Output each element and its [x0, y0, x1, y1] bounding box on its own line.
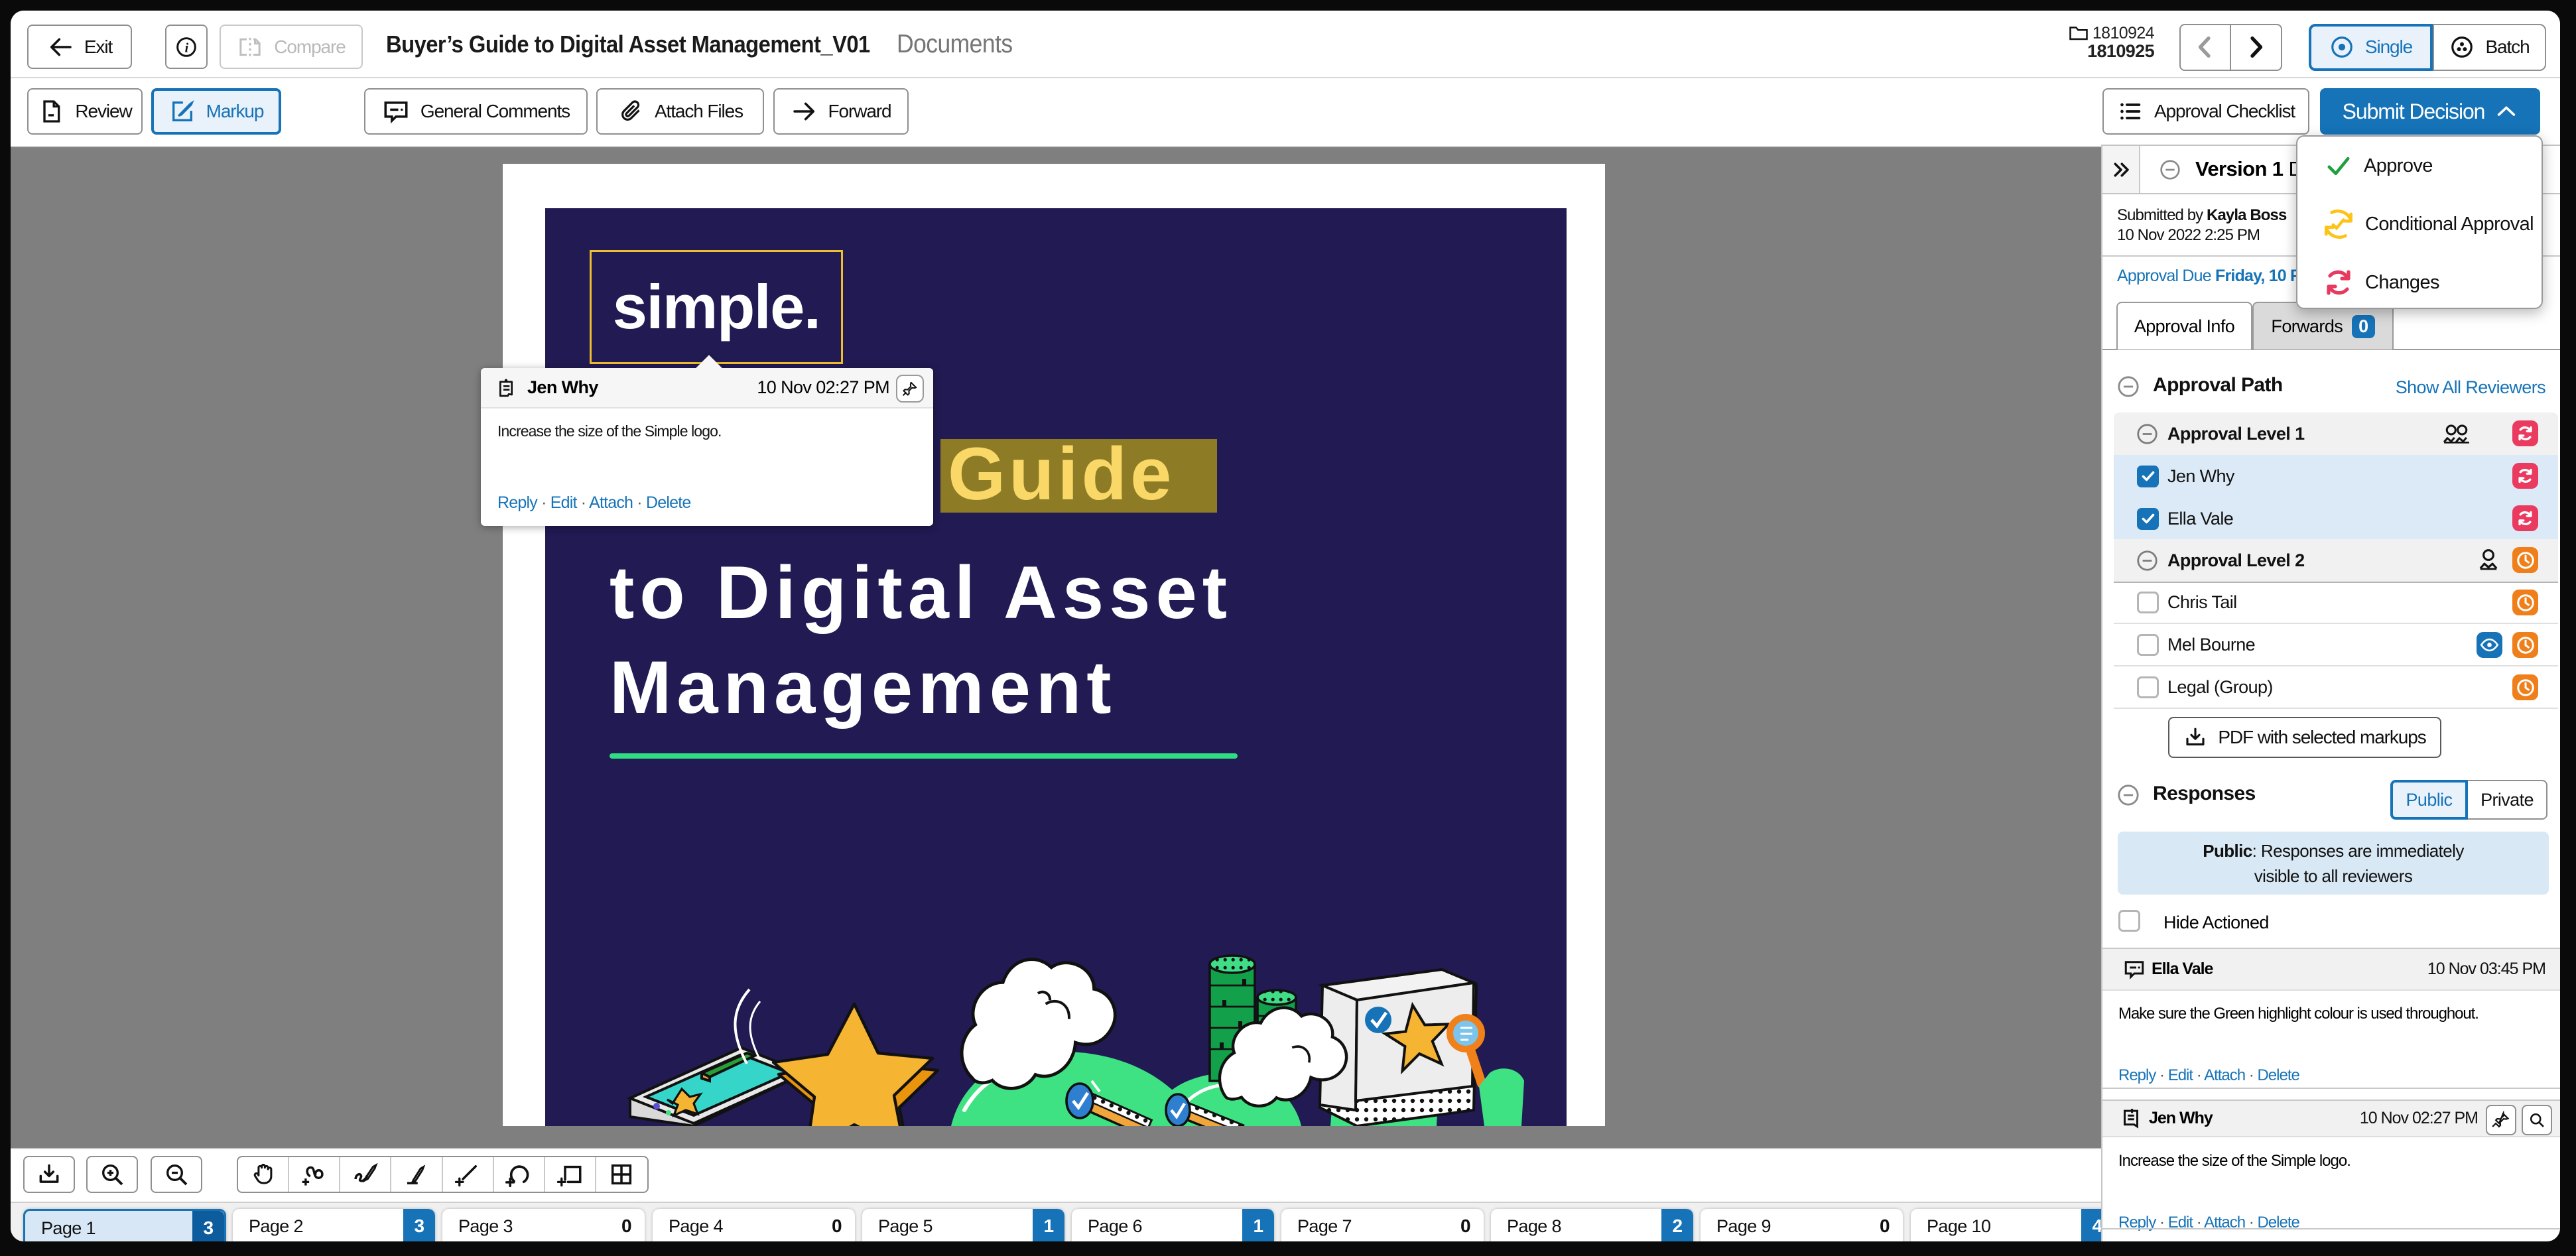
svg-text:i: i	[185, 40, 189, 55]
